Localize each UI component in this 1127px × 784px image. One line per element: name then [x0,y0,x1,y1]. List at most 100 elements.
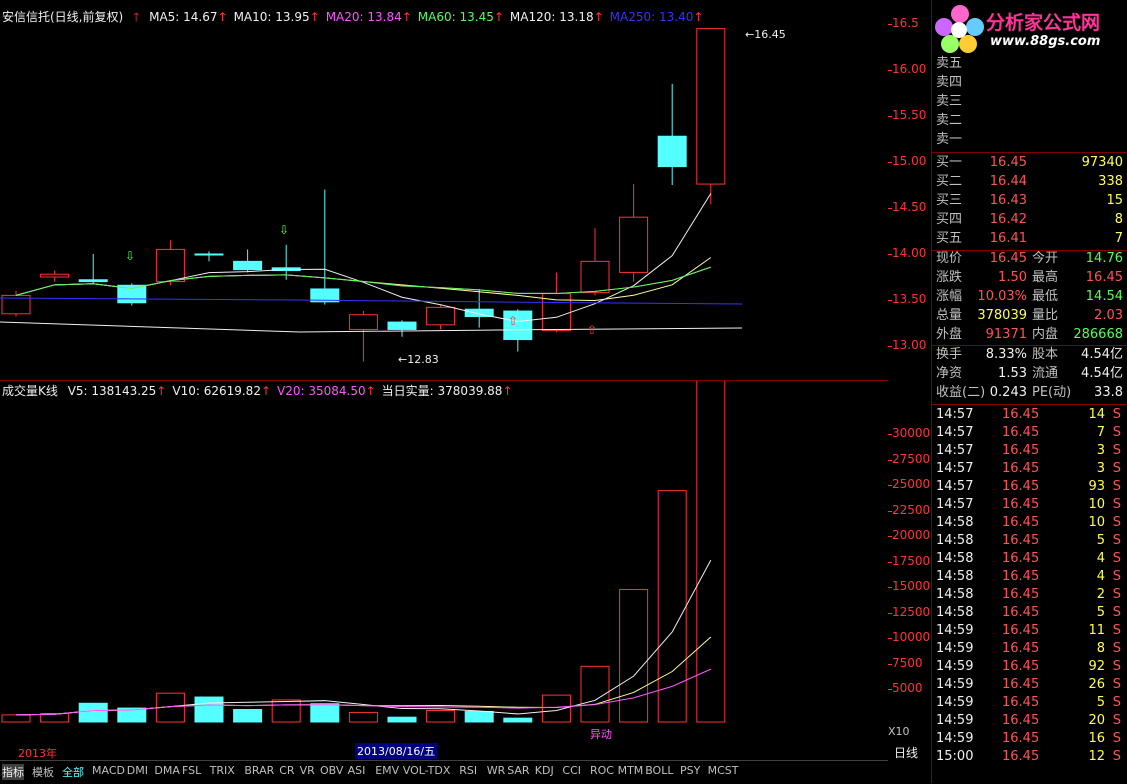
volume-bar[interactable] [464,710,494,723]
tick-time: 14:59 [936,659,974,674]
indicator-tab[interactable]: WR [487,764,506,777]
axis-tick [888,561,892,563]
indicator-tab[interactable]: RSI [459,764,477,777]
fundamental-value: 0.243 [989,385,1027,400]
indicator-tab[interactable]: DMI [127,764,148,777]
indicator-tab[interactable]: VR [300,764,315,777]
indicator-tab[interactable]: ROC [590,764,614,777]
ma-legend-item: MA120: 13.18 [509,10,594,24]
volume-bar[interactable] [503,717,533,723]
indicator-tab[interactable]: KDJ [535,764,554,777]
indicator-tab[interactable]: TRIX [210,764,235,777]
price-axis-label: 14.50 [892,200,927,214]
period-label[interactable]: 日线 [894,744,918,761]
tick-qty: 2 [1096,587,1105,602]
indicator-tab[interactable]: 模板 [32,764,54,780]
volume-axis-label: 27500 [892,451,931,466]
candle-body[interactable] [155,248,185,283]
quote-row: 涨幅 10.03% 最低 14.54 [932,288,1127,306]
candle-body[interactable] [40,273,70,278]
indicator-tab[interactable]: DMA [154,764,180,777]
cursor-date-label: 2013/08/16/五 [355,743,438,759]
buy-level-row-price: 16.45 [989,155,1027,170]
tick-time: 14:57 [936,461,974,476]
volume-chart[interactable] [0,380,888,760]
indicator-tab[interactable]: CCI [562,764,581,777]
buy-level-row-volume: 7 [1114,231,1123,246]
arrow-up-icon: ↑ [156,384,167,398]
volume-bar[interactable] [78,702,108,723]
indicator-tab[interactable]: 指标 [2,764,24,780]
indicator-tab[interactable]: 全部 [62,764,84,780]
indicator-tab[interactable]: ASI [348,764,366,777]
volume-bar[interactable] [194,696,224,723]
candle-body[interactable] [78,279,108,283]
tick-price: 16.45 [1002,605,1040,620]
volume-bar[interactable] [310,703,340,723]
volume-bar[interactable] [426,709,456,723]
buy-level-row-label: 买三 [936,193,963,208]
buy-level-row: 买二 16.44 338 [932,173,1127,191]
candle-body[interactable] [387,321,417,330]
high-price-marker: ←16.45 [745,28,786,41]
tick-row: 14:58 16.45 4 S [932,550,1127,568]
volume-bar[interactable] [696,380,726,723]
candle-body[interactable] [696,28,726,185]
quote-row: 外盘 91371 内盘 286668 [932,326,1127,344]
price-axis-label: 15.00 [892,154,927,168]
sell-level-row: 卖五 [932,55,1127,73]
indicator-tab[interactable]: BRAR [244,764,274,777]
price-chart[interactable]: ⇩ ⇩ ⇧ ⇧ [0,0,888,380]
indicator-tab[interactable]: EMV [375,764,399,777]
tick-qty: 5 [1096,695,1105,710]
tick-side: S [1112,551,1121,566]
arrow-up-icon: ↑ [309,10,320,24]
candle-body[interactable] [233,260,263,271]
tick-row: 14:59 16.45 26 S [932,676,1127,694]
volume-bar[interactable] [619,589,649,723]
volume-bar[interactable] [233,709,263,723]
volume-bar[interactable] [1,714,31,723]
indicator-tab[interactable]: SAR [507,764,529,777]
candle-body[interactable] [348,314,378,330]
volume-bar[interactable] [387,716,417,723]
indicator-tab[interactable]: FSL [182,764,201,777]
indicator-tab[interactable]: MTM [618,764,644,777]
candle-body[interactable] [426,306,456,326]
quote-value: 378039 [977,308,1027,323]
indicator-tab[interactable]: BOLL [645,764,673,777]
indicator-tab[interactable]: PSY [680,764,700,777]
volume-axis-label: 17500 [892,553,931,568]
tick-side: S [1112,605,1121,620]
sell-level-row-label: 卖五 [936,56,963,71]
candle-body[interactable] [657,135,687,168]
volume-axis-label: 7500 [892,655,923,670]
indicator-tab[interactable]: MCST [708,764,739,777]
volume-bar[interactable] [657,490,687,723]
fundamental-row: 净资 1.53 流通 4.54亿 [932,365,1127,383]
fundamental-value: 4.54亿 [1081,366,1123,381]
volume-bar[interactable] [271,699,301,723]
tick-price: 16.45 [1002,713,1040,728]
arrow-up-icon: ↑ [502,384,513,398]
vol-legend-item: V20: 35084.50 [277,384,366,398]
tick-time: 14:59 [936,677,974,692]
indicator-tab[interactable]: VOL-TDX [403,764,451,777]
price-axis-label: 16.5 [892,16,919,30]
arrow-up-icon: ↑ [493,10,504,24]
tick-price: 16.45 [1002,731,1040,746]
fundamental-label: 流通 [1032,366,1059,381]
volume-bar[interactable] [541,694,571,723]
axis-tick [888,116,892,117]
candle-body[interactable] [580,260,610,294]
candle-body[interactable] [117,284,147,304]
indicator-tab[interactable]: CR [279,764,294,777]
candle-body[interactable] [619,216,649,273]
indicator-tab-bar: 指标 模板 全部 MACD DMI DMA FSL TRIX BRAR CR VR OBV ASI EMV… [0,760,888,784]
indicator-tab[interactable]: OBV [320,764,343,777]
candle-body[interactable] [194,253,224,256]
volume-bar[interactable] [348,711,378,723]
tick-qty: 11 [1088,623,1105,638]
indicator-tab[interactable]: MACD [92,764,125,777]
tick-price: 16.45 [1002,515,1040,530]
